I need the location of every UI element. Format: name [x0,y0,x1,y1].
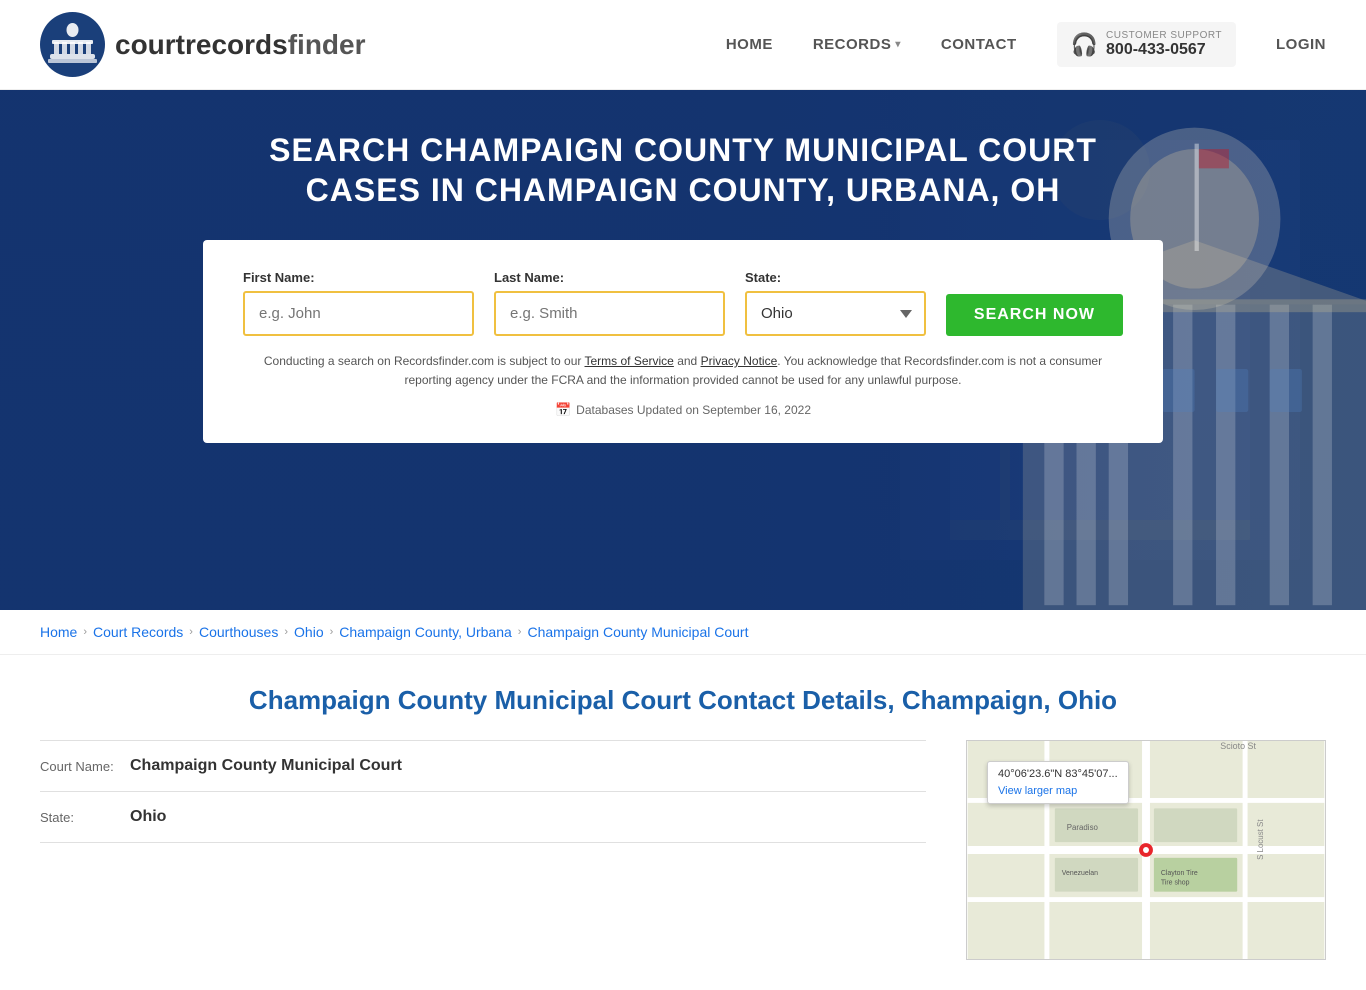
first-name-label: First Name: [243,270,474,285]
map-coords: 40°06'23.6"N 83°45'07... [998,768,1118,780]
court-name-row: Court Name: Champaign County Municipal C… [40,740,926,792]
first-name-input[interactable] [243,291,474,336]
state-detail-label: State: [40,810,130,825]
hero-section: SEARCH CHAMPAIGN COUNTY MUNICIPAL COURT … [0,90,1366,610]
last-name-input[interactable] [494,291,725,336]
breadcrumb-sep-1: › [83,626,87,638]
search-card: First Name: Last Name: State: AlabamaAla… [203,240,1163,443]
court-name-label: Court Name: [40,759,130,774]
last-name-label: Last Name: [494,270,725,285]
login-button[interactable]: LOGIN [1276,36,1326,53]
breadcrumb-sep-5: › [518,626,522,638]
support-label: CUSTOMER SUPPORT [1106,30,1222,41]
svg-text:Clayton Tire: Clayton Tire [1161,870,1198,877]
svg-text:Tire shop: Tire shop [1161,880,1190,887]
svg-text:Paradiso: Paradiso [1067,823,1099,832]
breadcrumb-sep-4: › [330,626,334,638]
nav-contact[interactable]: CONTACT [941,36,1017,53]
main-content: Champaign County Municipal Court Contact… [0,655,1366,990]
hero-title: SEARCH CHAMPAIGN COUNTY MUNICIPAL COURT … [233,130,1133,210]
support-box[interactable]: 🎧 CUSTOMER SUPPORT 800-433-0567 [1057,22,1236,67]
state-detail-value: Ohio [130,808,166,826]
breadcrumb-courthouses[interactable]: Courthouses [199,624,278,640]
logo-icon [40,12,105,77]
nav-records[interactable]: RECORDS ▾ [813,36,901,53]
svg-text:Venezuelan: Venezuelan [1062,870,1098,877]
last-name-field-group: Last Name: [494,270,725,336]
details-map-container: Court Name: Champaign County Municipal C… [40,740,1326,960]
breadcrumb-ohio[interactable]: Ohio [294,624,324,640]
court-name-value: Champaign County Municipal Court [130,757,402,775]
logo-text: courtrecordsfinder [115,29,366,61]
disclaimer-text: Conducting a search on Recordsfinder.com… [243,352,1123,390]
svg-text:S Locust St: S Locust St [1256,819,1265,860]
db-updated: 📅 Databases Updated on September 16, 202… [243,402,1123,418]
state-row: State: Ohio [40,792,926,843]
terms-link[interactable]: Terms of Service [585,354,674,368]
privacy-link[interactable]: Privacy Notice [701,354,778,368]
breadcrumb: Home › Court Records › Courthouses › Ohi… [0,610,1366,655]
view-larger-map-link[interactable]: View larger map [998,785,1077,797]
search-now-button[interactable]: SEARCH NOW [946,294,1123,336]
headset-icon: 🎧 [1071,32,1098,58]
breadcrumb-sep-2: › [189,626,193,638]
logo-link[interactable]: courtrecordsfinder [40,12,366,77]
breadcrumb-champaign-urbana[interactable]: Champaign County, Urbana [339,624,512,640]
details-table: Court Name: Champaign County Municipal C… [40,740,926,960]
chevron-down-icon: ▾ [895,39,901,50]
breadcrumb-home[interactable]: Home [40,624,77,640]
state-select[interactable]: AlabamaAlaskaArizonaArkansasCaliforniaCo… [745,291,926,336]
map-tooltip: 40°06'23.6"N 83°45'07... View larger map [987,761,1129,804]
breadcrumb-municipal-court[interactable]: Champaign County Municipal Court [527,624,748,640]
map-area: Scioto St S Locust St Paradiso Clayton T… [966,740,1326,960]
breadcrumb-sep-3: › [284,626,288,638]
breadcrumb-court-records[interactable]: Court Records [93,624,183,640]
site-header: courtrecordsfinder HOME RECORDS ▾ CONTAC… [0,0,1366,90]
main-nav: HOME RECORDS ▾ CONTACT 🎧 CUSTOMER SUPPOR… [726,22,1326,67]
calendar-icon: 📅 [555,402,571,418]
nav-home[interactable]: HOME [726,36,773,53]
state-field-group: State: AlabamaAlaskaArizonaArkansasCalif… [745,270,926,336]
first-name-field-group: First Name: [243,270,474,336]
svg-text:Scioto St: Scioto St [1220,741,1256,751]
state-label: State: [745,270,926,285]
section-title: Champaign County Municipal Court Contact… [40,685,1326,716]
support-number: 800-433-0567 [1106,41,1222,59]
